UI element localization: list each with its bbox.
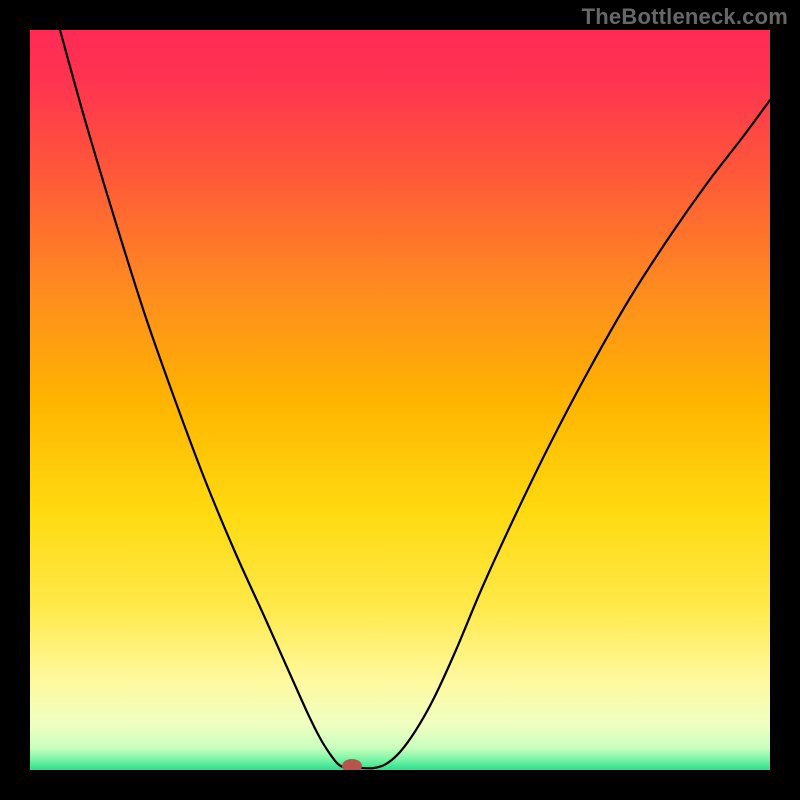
gradient-background	[30, 30, 770, 770]
chart-frame: TheBottleneck.com	[0, 0, 800, 800]
watermark-text: TheBottleneck.com	[582, 4, 788, 30]
plot-area	[30, 30, 770, 770]
chart-canvas	[30, 30, 770, 770]
